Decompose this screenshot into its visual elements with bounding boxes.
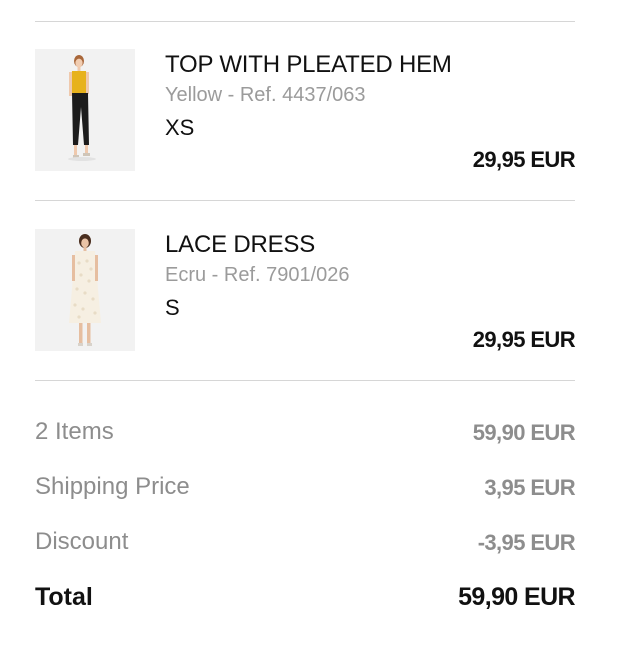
product-thumbnail[interactable] <box>35 49 135 171</box>
summary-discount-row: Discount -3,95 EUR <box>35 528 576 558</box>
product-price: 29,95 EUR <box>472 327 576 352</box>
shipping-label: Shipping Price <box>35 473 190 500</box>
items-subtotal: 59,90 EUR <box>472 420 576 445</box>
cart-item[interactable]: LACE DRESS Ecru - Ref. 7901/026 S 29,95 … <box>35 229 576 353</box>
divider <box>35 200 575 201</box>
summary-shipping-row: Shipping Price 3,95 EUR <box>35 473 576 503</box>
total-label: Total <box>35 583 93 611</box>
order-summary: TOP WITH PLEATED HEM Yellow - Ref. 4437/… <box>0 0 635 649</box>
total-value: 59,90 EUR <box>458 583 575 611</box>
items-count-label: 2 Items <box>35 418 114 445</box>
product-size: S <box>165 295 180 320</box>
divider <box>35 380 575 381</box>
product-price: 29,95 EUR <box>472 147 576 172</box>
cart-item[interactable]: TOP WITH PLEATED HEM Yellow - Ref. 4437/… <box>35 49 576 173</box>
summary-total-row: Total 59,90 EUR <box>35 583 576 613</box>
summary-items-row: 2 Items 59,90 EUR <box>35 418 576 448</box>
product-color-ref: Ecru - Ref. 7901/026 <box>165 264 350 286</box>
shipping-value: 3,95 EUR <box>484 475 575 500</box>
divider <box>35 21 575 22</box>
product-name[interactable]: TOP WITH PLEATED HEM <box>165 51 452 79</box>
discount-value: -3,95 EUR <box>477 530 576 555</box>
product-thumbnail[interactable] <box>35 229 135 351</box>
product-size: XS <box>165 115 195 140</box>
product-name[interactable]: LACE DRESS <box>165 231 315 259</box>
product-color-ref: Yellow - Ref. 4437/063 <box>165 84 366 106</box>
discount-label: Discount <box>35 528 129 555</box>
